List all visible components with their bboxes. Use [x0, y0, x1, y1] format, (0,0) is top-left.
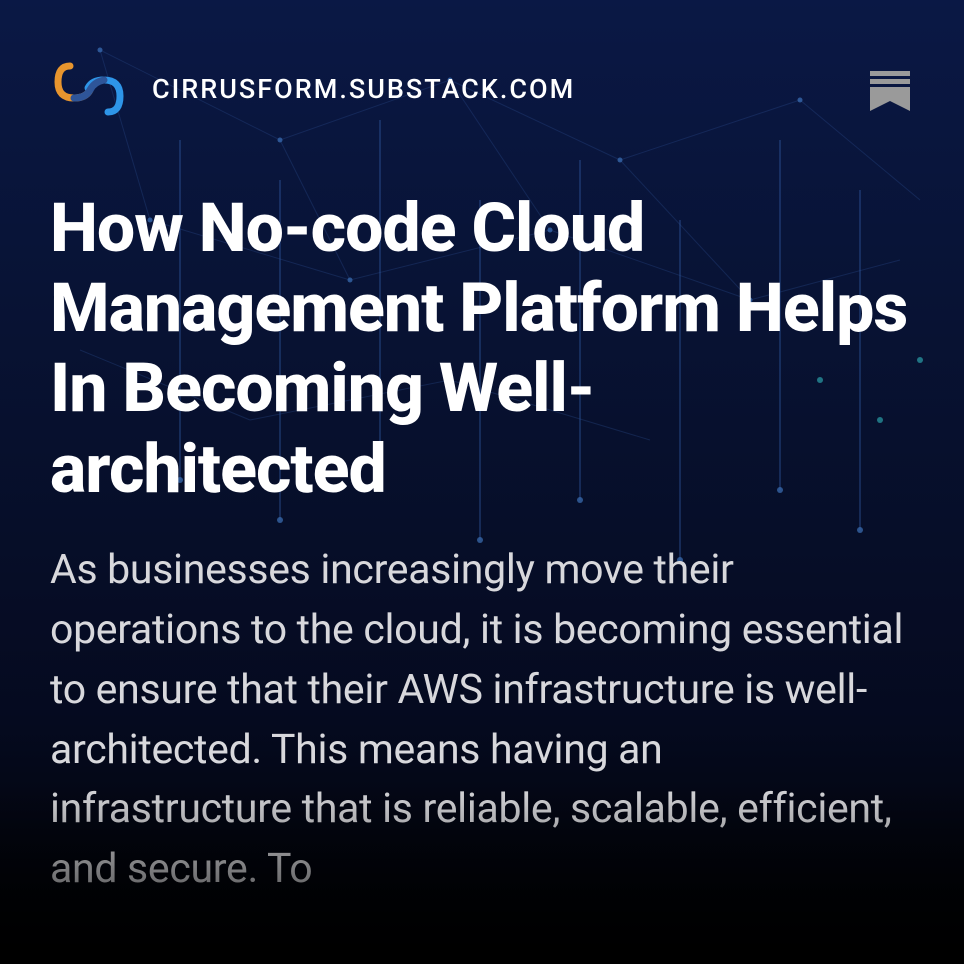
article-title: How No-code Cloud Management Platform He…	[50, 188, 914, 509]
bookmark-icon[interactable]	[866, 65, 914, 113]
domain-text: CIRRUSFORM.SUBSTACK.COM	[152, 73, 575, 105]
content-wrapper: CIRRUSFORM.SUBSTACK.COM How No-code Clou…	[0, 0, 964, 964]
article-body: As businesses increasingly move their op…	[50, 541, 914, 900]
header: CIRRUSFORM.SUBSTACK.COM	[50, 50, 914, 128]
header-left: CIRRUSFORM.SUBSTACK.COM	[50, 50, 575, 128]
logo-icon	[50, 50, 128, 128]
